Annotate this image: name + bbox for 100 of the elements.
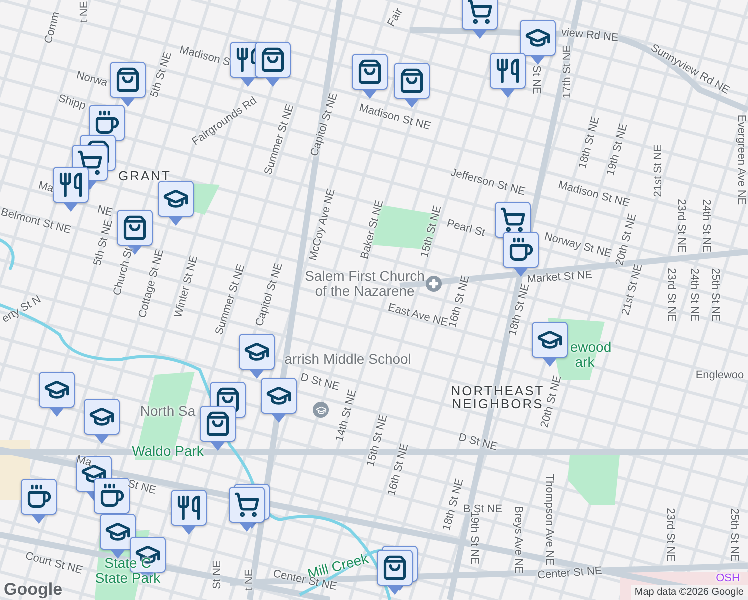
map-marker[interactable] bbox=[377, 550, 413, 596]
map-marker[interactable] bbox=[171, 490, 207, 536]
street-label: 19th St NE bbox=[606, 122, 630, 178]
street-label: Shipp bbox=[56, 94, 88, 112]
shopping-bag-icon bbox=[115, 67, 141, 93]
fork-knife-icon bbox=[58, 172, 84, 198]
district-label: NORTHEAST bbox=[451, 384, 545, 398]
street-label: St NE bbox=[530, 66, 542, 94]
street-label: Cottage St NE bbox=[138, 248, 166, 320]
street-label: East Ave NE bbox=[386, 302, 450, 330]
street-label: Norway St NE bbox=[543, 232, 613, 260]
map-attribution: Map data ©2026 Google bbox=[630, 585, 748, 600]
map-marker[interactable] bbox=[261, 378, 297, 424]
street-label: 25th St NE bbox=[710, 268, 720, 322]
shopping-cart-icon bbox=[234, 492, 260, 518]
coffee-cup-icon bbox=[94, 110, 120, 136]
street-label: Winter St NE bbox=[173, 254, 201, 320]
street-label: 23rd St NE bbox=[676, 199, 686, 253]
map-logo: Google bbox=[4, 581, 63, 598]
street-label: 18th St NE bbox=[578, 116, 602, 170]
map-marker[interactable] bbox=[229, 487, 265, 533]
street-label: Breys Ave NE bbox=[512, 506, 524, 574]
map-marker[interactable] bbox=[53, 167, 89, 213]
shopping-bag-icon bbox=[205, 411, 231, 437]
street-label: 21st St NE bbox=[654, 144, 664, 198]
place-label: OSH bbox=[716, 574, 740, 584]
map-marker[interactable] bbox=[532, 322, 568, 368]
place-label: Salem First Church bbox=[305, 269, 425, 283]
map-marker[interactable] bbox=[84, 399, 120, 445]
street-label: t NE bbox=[80, 1, 90, 23]
map-marker[interactable] bbox=[255, 42, 291, 88]
district-label: NEIGHBORS bbox=[452, 398, 544, 410]
street-label: NE bbox=[96, 204, 114, 220]
street-label: Evergreen Ave NE bbox=[736, 114, 746, 206]
map-marker[interactable] bbox=[39, 372, 75, 418]
shopping-bag-icon bbox=[122, 215, 148, 241]
fork-knife-icon bbox=[495, 58, 521, 84]
street-label: Englewoo bbox=[696, 370, 744, 382]
park-label: ark bbox=[575, 355, 595, 369]
shopping-bag-icon bbox=[399, 68, 425, 94]
street-label: view Rd NE bbox=[560, 28, 620, 44]
map-marker[interactable] bbox=[158, 181, 194, 227]
map-marker[interactable] bbox=[239, 334, 275, 380]
place-label: arrish Middle School bbox=[284, 352, 412, 366]
street-label: St NE bbox=[212, 560, 224, 590]
street-label: Court St NE bbox=[24, 551, 84, 577]
street-label: 23rd St NE bbox=[666, 268, 676, 322]
coffee-cup-icon bbox=[508, 237, 534, 263]
street-label: erty St N bbox=[0, 294, 44, 326]
coffee-cup-icon bbox=[99, 483, 125, 509]
shopping-bag-icon bbox=[382, 555, 408, 581]
street-label: Ma bbox=[37, 180, 55, 196]
church-icon[interactable] bbox=[426, 276, 442, 292]
street-label: Thompson Ave NE bbox=[544, 474, 554, 566]
shopping-bag-icon bbox=[357, 59, 383, 85]
street-label: Norwa bbox=[75, 70, 109, 90]
street-label: t NE bbox=[244, 569, 256, 591]
street-label: 15th St NE bbox=[420, 204, 444, 260]
map-marker[interactable] bbox=[520, 20, 556, 66]
map-marker[interactable] bbox=[100, 514, 136, 560]
street-label: St NE bbox=[126, 478, 158, 498]
district-label: GRANT bbox=[118, 170, 172, 182]
street-label: Madison S bbox=[178, 44, 232, 70]
fork-knife-icon bbox=[176, 495, 202, 521]
street-label: Capitol St NE bbox=[254, 262, 286, 328]
street-label: Pearl St bbox=[446, 218, 486, 240]
street-label: Comm bbox=[44, 10, 62, 46]
map-marker[interactable] bbox=[110, 62, 146, 108]
street-label: Madison St NE bbox=[557, 180, 631, 210]
coffee-cup-icon bbox=[26, 484, 52, 510]
street-label: 25th St NE bbox=[728, 508, 740, 562]
map-marker[interactable] bbox=[490, 53, 526, 99]
map-marker[interactable] bbox=[352, 54, 388, 100]
place-label: of the Nazarene bbox=[315, 284, 415, 298]
street-label: D St NE bbox=[457, 432, 499, 454]
park-label: Waldo Park bbox=[132, 444, 204, 458]
shopping-bag-icon bbox=[215, 387, 241, 413]
street-label: D St NE bbox=[299, 372, 341, 394]
street-label: 17th St NE bbox=[562, 45, 574, 99]
street-label: Jefferson St NE bbox=[449, 168, 527, 198]
street-label: Center St NE bbox=[537, 566, 603, 582]
map-marker[interactable] bbox=[21, 479, 57, 525]
street-label: Ma bbox=[75, 454, 93, 470]
street-label: Capitol St NE bbox=[310, 92, 340, 158]
street-label: 24th St NE bbox=[688, 268, 700, 322]
street-label: 23rd St NE bbox=[664, 508, 676, 562]
shopping-cart-icon bbox=[467, 0, 493, 25]
place-label: North Sa bbox=[140, 404, 196, 418]
street-label: 5th St NE bbox=[150, 50, 174, 100]
street-label: 24th St NE bbox=[700, 199, 712, 253]
street-label: Belmont St NE bbox=[0, 207, 72, 237]
street-label: 19th St NE bbox=[468, 511, 480, 565]
street-label: McCoy Ave NE bbox=[308, 188, 338, 262]
shopping-cart-icon bbox=[500, 207, 526, 233]
shopping-bag-icon bbox=[260, 47, 286, 73]
street-label: 16th St NE bbox=[448, 274, 472, 330]
school-icon[interactable] bbox=[313, 402, 329, 418]
map-marker[interactable] bbox=[462, 0, 498, 40]
shopping-cart-icon bbox=[77, 150, 103, 176]
park-label: ewood bbox=[570, 340, 612, 354]
